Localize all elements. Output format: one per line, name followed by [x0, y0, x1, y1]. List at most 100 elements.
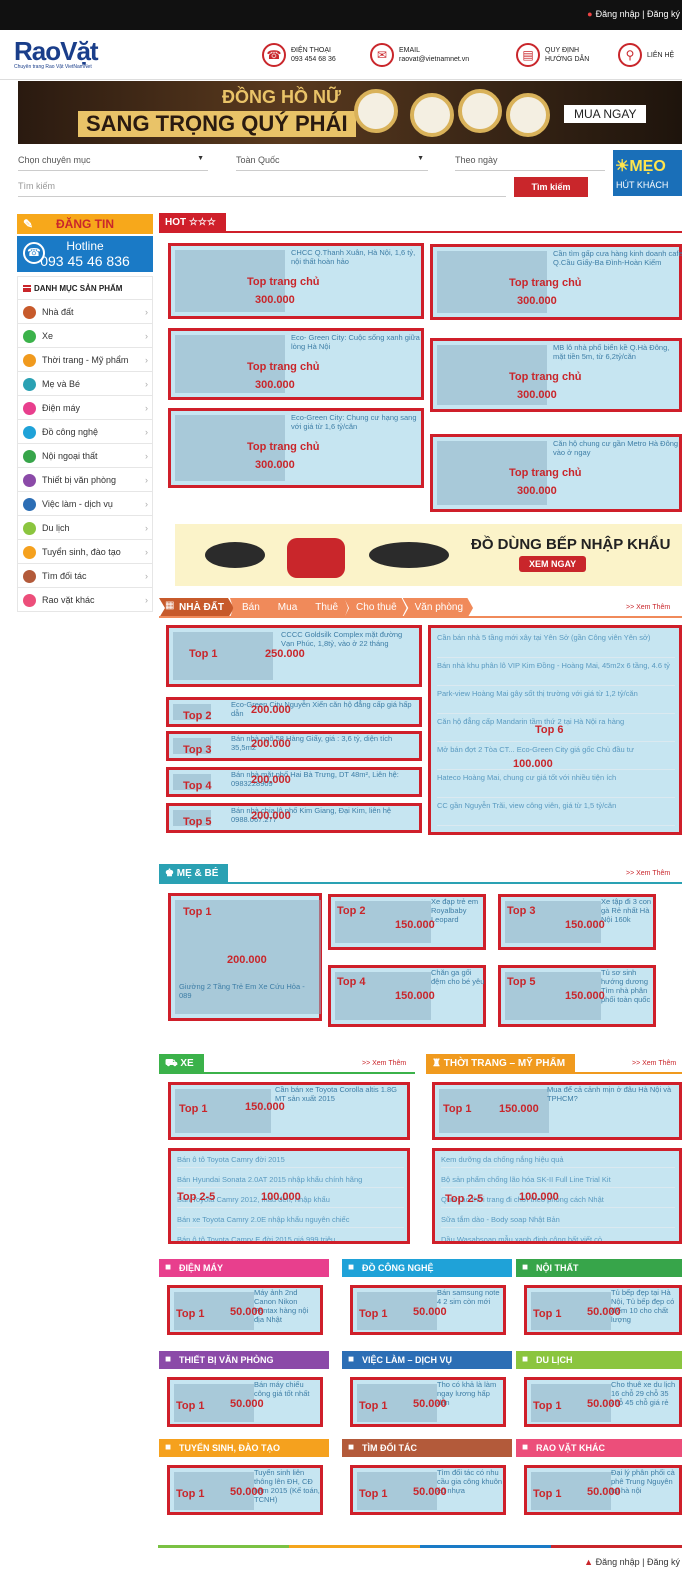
real-estate-list-item[interactable]: Cần bán nhà 5 tầng mới xây tại Yên Sở (g…	[437, 632, 676, 658]
sidebar-category-item[interactable]: Xe ›	[17, 324, 153, 348]
real-estate-list-item[interactable]: Bán nhà khu phân lô VIP Kim Đồng - Hoàng…	[437, 660, 676, 686]
sidebar-category-item[interactable]: Nhà đất ›	[17, 300, 153, 324]
ad-card[interactable]: Đại lý phân phối cà phê Trung Nguyên tại…	[524, 1465, 682, 1515]
ad-card[interactable]: Giường 2 Tầng Trẻ Em Xe Cứu Hỏa - 089 Top…	[168, 893, 322, 1021]
ad-list[interactable]: Kem dưỡng da chống nắng hiệu quả Bộ sản p…	[432, 1148, 682, 1244]
sidebar-category-item[interactable]: Đồ công nghệ ›	[17, 420, 153, 444]
ad-card[interactable]: Eco-Green City Nguyễn Xiển căn hộ đẳng c…	[166, 697, 422, 727]
ad-card[interactable]: CCCC Goldsilk Complex mặt đường Vạn Phúc…	[166, 625, 422, 687]
ad-card[interactable]: Chăn ga gối đệm cho bé yêu Top 4 150.000	[328, 965, 486, 1027]
kitchen-banner-button[interactable]: XEM NGAY	[519, 556, 587, 572]
sidebar-category-item[interactable]: Thiết bị văn phòng ›	[17, 468, 153, 492]
real-estate-tab[interactable]: Thuê	[303, 598, 349, 618]
ad-card[interactable]: Xe tập đi 3 con gà Rẻ nhất Hà Nội 160k To…	[498, 894, 656, 950]
post-ad-button[interactable]: ✎ ĐĂNG TIN	[17, 214, 153, 234]
real-estate-list-item[interactable]: CC gần Nguyễn Trãi, view công viên, giá …	[437, 800, 676, 826]
ad-card[interactable]: Bán máy chiếu công giá tốt nhất Top 1 50.0…	[167, 1377, 323, 1427]
sidebar-category-item[interactable]: Tìm đối tác ›	[17, 564, 153, 588]
real-estate-list-item[interactable]: Hateco Hoàng Mai, chung cư giá tốt với n…	[437, 772, 676, 798]
real-estate-tab[interactable]: Bán	[230, 598, 270, 618]
contact-rules[interactable]: ▤ QUY ĐỊNH HƯỚNG DẪN	[516, 40, 589, 70]
banner-buy-button[interactable]: MUA NGAY	[564, 105, 647, 123]
ad-list-item[interactable]: Bán ô tô Toyota Camry đời 2015	[177, 1153, 404, 1168]
real-estate-tab[interactable]: Cho thuê	[344, 598, 407, 618]
ad-list-item[interactable]: Bán Hyundai Sonata 2.0AT 2015 nhập khẩu …	[177, 1173, 404, 1188]
category-section-header[interactable]: ■ DU LỊCH	[516, 1351, 682, 1369]
sidebar-category-item[interactable]: Việc làm - dịch vụ ›	[17, 492, 153, 516]
car-more-link[interactable]: >> Xem Thêm	[362, 1060, 406, 1067]
ad-card[interactable]: Máy ảnh 2nd Canon Nikon Pentax hàng nội …	[167, 1285, 323, 1335]
region-select[interactable]: Toàn Quốc ▼	[236, 151, 428, 171]
search-button[interactable]: Tìm kiếm	[514, 177, 588, 197]
real-estate-list-item[interactable]: Park-view Hoàng Mai gây sốt thị trường v…	[437, 688, 676, 714]
date-select[interactable]: Theo ngày	[455, 151, 605, 171]
real-estate-more-link[interactable]: >> Xem Thêm	[626, 604, 670, 611]
category-section-title: TÌM ĐỐI TÁC	[362, 1443, 417, 1453]
category-section-header[interactable]: ■ NỘI THẤT	[516, 1259, 682, 1277]
sidebar-category-item[interactable]: Điện máy ›	[17, 396, 153, 420]
category-section-header[interactable]: ■ RAO VẶT KHÁC	[516, 1439, 682, 1457]
site-logo[interactable]: RaoVặt Chuyên trang Rao Vặt VietNamNet	[14, 36, 114, 72]
ad-card[interactable]: Bán nhà mặt phố Hai Bà Trưng, DT 48m², L…	[166, 767, 422, 797]
ad-list-item[interactable]: Kem dưỡng da chống nắng hiệu quả	[441, 1153, 676, 1168]
ad-card[interactable]: Bán nhà chia lô phố Kim Giang, Đại Kim, …	[166, 803, 422, 833]
contact-location[interactable]: ⚲ LIÊN HỆ	[618, 40, 674, 70]
ad-card[interactable]: Xe đạp trẻ em Royalbaby Leopard Top 2 150.…	[328, 894, 486, 950]
ad-card[interactable]: CHCC Q.Thanh Xuân, Hà Nội, 1,6 tỷ, nội t…	[168, 243, 424, 319]
fashion-more-link[interactable]: >> Xem Thêm	[632, 1060, 676, 1067]
ad-card[interactable]: Căn hộ chung cư gần Metro Hà Đông vào ở …	[430, 434, 682, 512]
sidebar-category-item[interactable]: Nội ngoại thất ›	[17, 444, 153, 468]
ad-list[interactable]: Bán ô tô Toyota Camry đời 2015 Bán Hyunda…	[168, 1148, 410, 1244]
category-section-title: NỘI THẤT	[536, 1263, 579, 1273]
ad-card[interactable]: Bán nhà ngõ 58 Hàng Giấy, giá : 3,6 tỷ, …	[166, 731, 422, 761]
ad-card[interactable]: Tìm đối tác có nhu cầu gia công khuôn ép…	[350, 1465, 506, 1515]
ad-card[interactable]: Cần tìm gấp cưa hàng kinh doanh cafe Q.C…	[430, 244, 682, 320]
category-section-header[interactable]: ■ TÌM ĐỐI TÁC	[342, 1439, 512, 1457]
ad-card[interactable]: Mua để cả cảnh mịn ở đâu Hà Nội và TPHCM…	[432, 1082, 682, 1140]
sidebar-category-item[interactable]: Du lịch ›	[17, 516, 153, 540]
ad-card[interactable]: Cần bán xe Toyota Corolla altis 1.8G MT …	[168, 1082, 410, 1140]
ad-list-item[interactable]: Bộ sản phẩm chống lão hóa SK-II Full Lin…	[441, 1173, 676, 1188]
ad-list-item[interactable]: Dầu Wasabsoap mẫu xanh định công bất viế…	[441, 1233, 675, 1241]
footer-login-link[interactable]: ▲ Đăng nhập | Đăng ký	[584, 1557, 680, 1567]
ad-card[interactable]: Eco-Green City: Chung cư hạng sang với g…	[168, 408, 424, 488]
category-section-header[interactable]: ■ THIẾT BỊ VĂN PHÒNG	[159, 1351, 329, 1369]
ad-card[interactable]: Tho có khả là làm ngay lương hấp dẫn Top …	[350, 1377, 506, 1427]
ad-list-item[interactable]: Sữa tắm dào - Body soap Nhật Bản	[441, 1213, 676, 1228]
real-estate-list[interactable]: Cần bán nhà 5 tầng mới xây tại Yên Sở (g…	[428, 625, 682, 835]
search-input[interactable]: Tìm kiếm	[18, 175, 506, 197]
ad-card[interactable]: Bán samsung note 4 2 sim còn mới Top 1 50.…	[350, 1285, 506, 1335]
sidebar-category-item[interactable]: Tuyển sinh, đào tạo ›	[17, 540, 153, 564]
login-link[interactable]: ● Đăng nhập | Đăng ký	[587, 9, 680, 19]
watch-banner[interactable]: ĐỒNG HỒ NỮ SANG TRỌNG QUÝ PHÁI MUA NGAY	[18, 81, 682, 144]
ad-card[interactable]: Tủ sơ sinh hướng dương Tìm nhà phân phối…	[498, 965, 656, 1027]
category-section-header[interactable]: ■ ĐIỆN MÁY	[159, 1259, 329, 1277]
footer-login-text[interactable]: Đăng nhập | Đăng ký	[596, 1557, 680, 1567]
ad-card[interactable]: Tủ bếp đẹp tại Hà Nội, Tủ bếp đẹp có điể…	[524, 1285, 682, 1335]
real-estate-tab[interactable]: Mua	[265, 598, 308, 618]
ad-list-item[interactable]: Bán ô tô Toyota Camry E đời 2015 giá 999…	[177, 1233, 404, 1241]
ad-card[interactable]: MB lô nhà phố biển kề Q.Hà Đông, mặt tiề…	[430, 338, 682, 412]
ad-card[interactable]: Eco- Green City: Cuộc sống xanh giữa lòn…	[168, 328, 424, 400]
ad-card[interactable]: Cho thuê xe du lịch 16 chỗ 29 chỗ 35 chỗ…	[524, 1377, 682, 1427]
real-estate-tab[interactable]: Văn phòng	[402, 598, 474, 618]
sidebar-category-item[interactable]: Thời trang - Mỹ phẩm ›	[17, 348, 153, 372]
contact-email[interactable]: ✉ EMAIL raovat@vietnamnet.vn	[370, 40, 469, 70]
ad-card[interactable]: Tuyển sinh liên thông lên ĐH, CĐ năm 201…	[167, 1465, 323, 1515]
contact-phone[interactable]: ☎ ĐIỆN THOẠI 093 454 68 36	[262, 40, 336, 70]
category-section-header[interactable]: ■ VIỆC LÀM – DỊCH VỤ	[342, 1351, 512, 1369]
category-icon	[23, 402, 36, 415]
real-estate-list-item[interactable]: Mở bán đợt 2 Tòa CT... Eco-Green City gi…	[437, 744, 676, 770]
hotline-box[interactable]: ☎ Hotline 093 45 46 836	[17, 236, 153, 272]
login-register-text[interactable]: Đăng nhập | Đăng ký	[596, 9, 680, 19]
dress-icon: ♜	[432, 1058, 444, 1069]
sidebar-category-item[interactable]: Rao vặt khác ›	[17, 588, 153, 612]
category-select[interactable]: Chọn chuyên mục ▼	[18, 151, 208, 171]
promo-tips-banner[interactable]: ☀MẸO HÚT KHÁCH	[613, 150, 682, 196]
ad-list-item[interactable]: Bán xe Toyota Camry 2.0E nhập khẩu nguyê…	[177, 1213, 404, 1228]
mom-baby-more-link[interactable]: >> Xem Thêm	[626, 870, 670, 877]
category-section-header[interactable]: ■ TUYỂN SINH, ĐÀO TẠO	[159, 1439, 329, 1457]
sidebar-category-item[interactable]: Mẹ và Bé ›	[17, 372, 153, 396]
category-section-header[interactable]: ■ ĐỒ CÔNG NGHỆ	[342, 1259, 512, 1277]
kitchen-banner[interactable]: ĐỒ DÙNG BẾP NHẬP KHẨU XEM NGAY	[175, 524, 682, 586]
